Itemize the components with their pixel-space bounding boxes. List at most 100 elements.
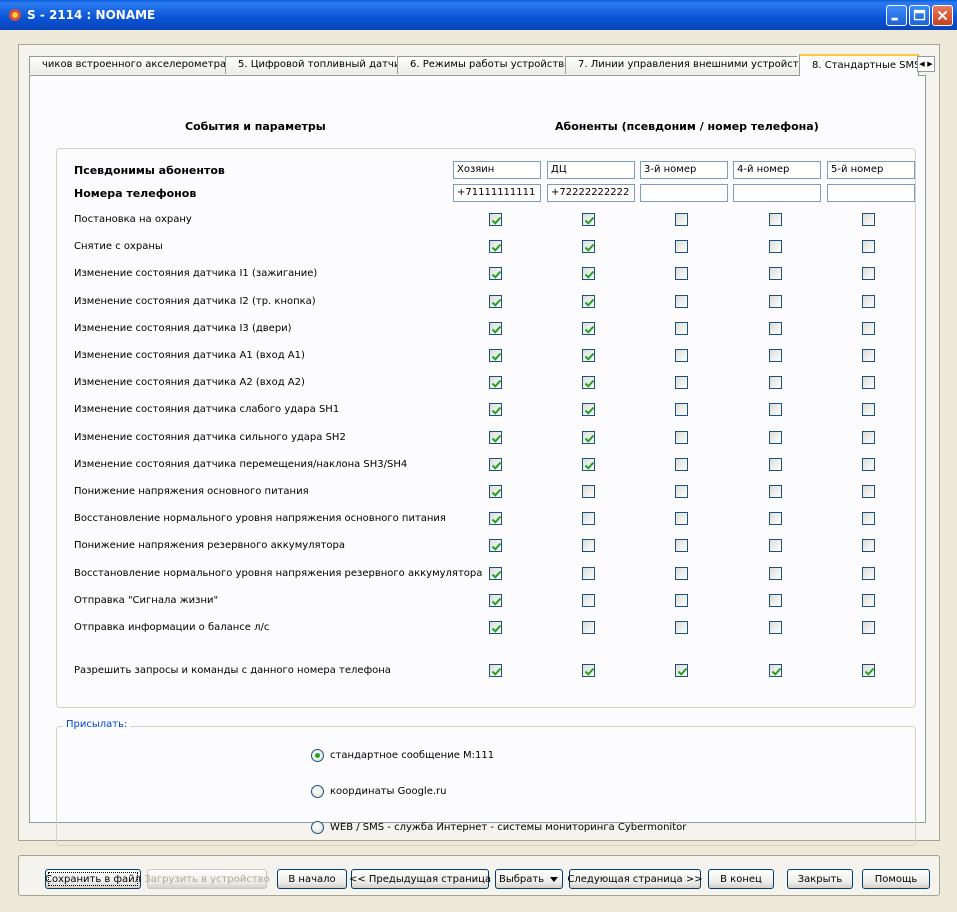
checkbox-subscriber-4[interactable] bbox=[769, 566, 782, 580]
checkbox-subscriber-4[interactable] bbox=[769, 664, 782, 677]
send-option-google[interactable]: координаты Google.ru bbox=[311, 783, 447, 799]
phone-input-2[interactable]: +72222222222 bbox=[547, 184, 635, 202]
maximize-button[interactable] bbox=[909, 5, 930, 26]
checkbox-subscriber-5[interactable] bbox=[862, 403, 875, 417]
checkbox-subscriber-2[interactable] bbox=[582, 485, 595, 498]
checkbox-subscriber-1[interactable] bbox=[489, 294, 502, 308]
checkbox-subscriber-3[interactable] bbox=[675, 664, 688, 677]
checkbox-subscriber-1[interactable] bbox=[489, 539, 502, 553]
phone-input-3[interactable] bbox=[640, 184, 728, 202]
checkbox-subscriber-1[interactable] bbox=[489, 267, 502, 281]
checkbox-subscriber-2[interactable] bbox=[582, 376, 595, 390]
phone-input-5[interactable] bbox=[827, 184, 915, 202]
checkbox-subscriber-3[interactable] bbox=[675, 457, 688, 471]
save-to-file-button[interactable]: Сохранить в файл bbox=[45, 869, 141, 889]
checkbox-subscriber-3[interactable] bbox=[675, 593, 688, 607]
send-option-standard[interactable]: стандартное сообщение M:111 bbox=[311, 747, 494, 763]
checkbox-subscriber-1[interactable] bbox=[489, 593, 502, 607]
radio-standard[interactable] bbox=[311, 748, 324, 762]
checkbox-subscriber-2[interactable] bbox=[582, 240, 595, 254]
tab-standard-sms[interactable]: 8. Стандартные SMS bbox=[799, 54, 921, 76]
send-option-cybermonitor[interactable]: WEB / SMS - служба Интернет - системы мо… bbox=[311, 819, 686, 835]
checkbox-subscriber-4[interactable] bbox=[769, 240, 782, 254]
checkbox-subscriber-4[interactable] bbox=[769, 457, 782, 471]
checkbox-subscriber-2[interactable] bbox=[582, 566, 595, 580]
checkbox-subscriber-5[interactable] bbox=[862, 430, 875, 444]
checkbox-subscriber-1[interactable] bbox=[489, 349, 502, 362]
checkbox-subscriber-3[interactable] bbox=[675, 430, 688, 444]
checkbox-subscriber-3[interactable] bbox=[675, 485, 688, 498]
phone-input-4[interactable] bbox=[733, 184, 821, 202]
checkbox-subscriber-1[interactable] bbox=[489, 664, 502, 677]
checkbox-subscriber-3[interactable] bbox=[675, 349, 688, 362]
checkbox-subscriber-4[interactable] bbox=[769, 512, 782, 526]
alias-input-1[interactable]: Хозяин bbox=[453, 161, 541, 179]
checkbox-subscriber-1[interactable] bbox=[489, 512, 502, 526]
alias-input-2[interactable]: ДЦ bbox=[547, 161, 635, 179]
checkbox-subscriber-2[interactable] bbox=[582, 294, 595, 308]
checkbox-subscriber-2[interactable] bbox=[582, 349, 595, 362]
checkbox-subscriber-1[interactable] bbox=[489, 621, 502, 634]
alias-input-4[interactable]: 4-й номер bbox=[733, 161, 821, 179]
checkbox-subscriber-1[interactable] bbox=[489, 566, 502, 580]
tab-scroll-buttons[interactable]: ◀ ▶ bbox=[917, 56, 935, 72]
checkbox-subscriber-5[interactable] bbox=[862, 664, 875, 677]
tab-device-modes[interactable]: 6. Режимы работы устройства bbox=[397, 56, 571, 74]
checkbox-subscriber-2[interactable] bbox=[582, 267, 595, 281]
checkbox-subscriber-3[interactable] bbox=[675, 213, 688, 226]
checkbox-subscriber-5[interactable] bbox=[862, 213, 875, 226]
title-bar[interactable]: S - 2114 : NONAME bbox=[0, 0, 957, 30]
checkbox-subscriber-2[interactable] bbox=[582, 457, 595, 471]
radio-google[interactable] bbox=[311, 784, 324, 798]
checkbox-subscriber-1[interactable] bbox=[489, 376, 502, 390]
checkbox-subscriber-4[interactable] bbox=[769, 403, 782, 417]
checkbox-subscriber-2[interactable] bbox=[582, 403, 595, 417]
checkbox-subscriber-4[interactable] bbox=[769, 321, 782, 335]
checkbox-subscriber-5[interactable] bbox=[862, 457, 875, 471]
checkbox-subscriber-2[interactable] bbox=[582, 539, 595, 553]
checkbox-subscriber-4[interactable] bbox=[769, 349, 782, 362]
checkbox-subscriber-2[interactable] bbox=[582, 213, 595, 226]
select-dropdown-button[interactable]: Выбрать bbox=[495, 869, 563, 889]
checkbox-subscriber-1[interactable] bbox=[489, 240, 502, 254]
alias-input-3[interactable]: 3-й номер bbox=[640, 161, 728, 179]
checkbox-subscriber-5[interactable] bbox=[862, 512, 875, 526]
load-to-device-button[interactable]: Загрузить в устройство bbox=[144, 869, 270, 889]
checkbox-subscriber-3[interactable] bbox=[675, 267, 688, 281]
checkbox-subscriber-1[interactable] bbox=[489, 321, 502, 335]
checkbox-subscriber-2[interactable] bbox=[582, 430, 595, 444]
tab-scroll-right-icon[interactable]: ▶ bbox=[926, 57, 934, 71]
checkbox-subscriber-3[interactable] bbox=[675, 566, 688, 580]
checkbox-subscriber-5[interactable] bbox=[862, 376, 875, 390]
checkbox-subscriber-4[interactable] bbox=[769, 485, 782, 498]
checkbox-subscriber-3[interactable] bbox=[675, 376, 688, 390]
minimize-button[interactable] bbox=[886, 5, 907, 26]
checkbox-subscriber-2[interactable] bbox=[582, 664, 595, 677]
checkbox-subscriber-2[interactable] bbox=[582, 621, 595, 634]
checkbox-subscriber-5[interactable] bbox=[862, 349, 875, 362]
checkbox-subscriber-5[interactable] bbox=[862, 593, 875, 607]
prev-page-button[interactable]: << Предыдущая страница bbox=[349, 869, 491, 889]
checkbox-subscriber-4[interactable] bbox=[769, 539, 782, 553]
phone-input-1[interactable]: +71111111111 bbox=[453, 184, 541, 202]
checkbox-subscriber-4[interactable] bbox=[769, 593, 782, 607]
checkbox-subscriber-3[interactable] bbox=[675, 512, 688, 526]
tab-control-lines[interactable]: 7. Линии управления внешними устройствам… bbox=[565, 56, 805, 74]
checkbox-subscriber-5[interactable] bbox=[862, 566, 875, 580]
checkbox-subscriber-4[interactable] bbox=[769, 213, 782, 226]
checkbox-subscriber-2[interactable] bbox=[582, 512, 595, 526]
checkbox-subscriber-5[interactable] bbox=[862, 539, 875, 553]
checkbox-subscriber-3[interactable] bbox=[675, 403, 688, 417]
checkbox-subscriber-3[interactable] bbox=[675, 321, 688, 335]
tab-fuel-sensor[interactable]: 5. Цифровой топливный датчик bbox=[225, 56, 403, 74]
help-button[interactable]: Помощь bbox=[862, 869, 930, 889]
checkbox-subscriber-4[interactable] bbox=[769, 294, 782, 308]
checkbox-subscriber-1[interactable] bbox=[489, 430, 502, 444]
checkbox-subscriber-5[interactable] bbox=[862, 267, 875, 281]
radio-cybermonitor[interactable] bbox=[311, 820, 324, 834]
checkbox-subscriber-4[interactable] bbox=[769, 376, 782, 390]
checkbox-subscriber-5[interactable] bbox=[862, 621, 875, 634]
checkbox-subscriber-1[interactable] bbox=[489, 457, 502, 471]
tab-accelerometer[interactable]: чиков встроенного акселерометра bbox=[29, 56, 231, 74]
checkbox-subscriber-4[interactable] bbox=[769, 621, 782, 634]
